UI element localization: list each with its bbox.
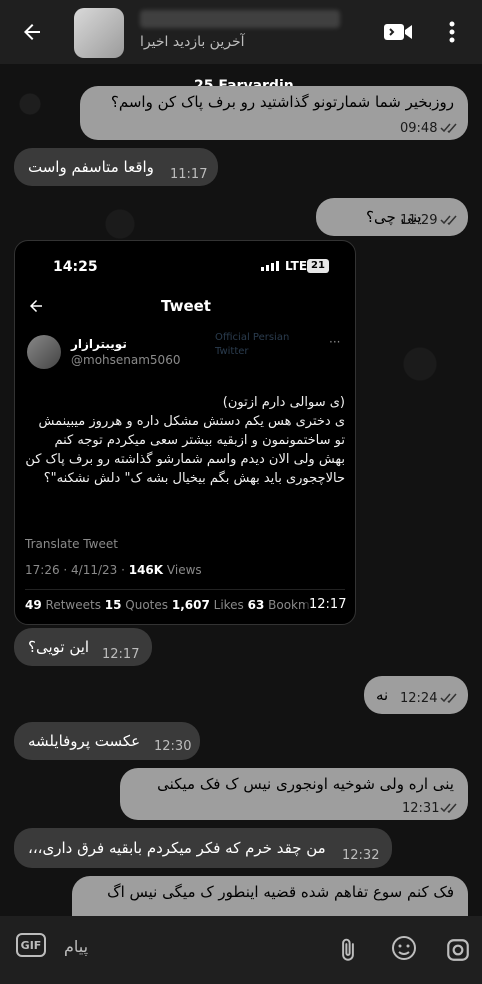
message-time: 12:30: [154, 739, 192, 754]
tweet-views-count: 146K: [128, 563, 164, 577]
tweet-author-avatar: [27, 335, 61, 369]
attach-button[interactable]: [328, 930, 368, 970]
retweets-label: Retweets: [41, 598, 105, 612]
read-checks-icon: [440, 215, 457, 226]
contact-name-blurred[interactable]: [140, 10, 340, 28]
tweet-body-line: (ی سوالی دارم ازتون): [222, 395, 345, 410]
translate-tweet-link: Translate Tweet: [25, 537, 118, 551]
tweet-views-label: Views: [163, 563, 202, 577]
likes-label: Likes: [209, 598, 248, 612]
arrow-left-icon: [24, 24, 40, 40]
bookmarks-count: 63: [247, 598, 265, 612]
tweet-author-handle: @mohsenam5060: [71, 353, 181, 367]
message-text: فک کنم سوع تفاهم شده قضیه اینطور ک میگی …: [107, 883, 454, 901]
message-time: 12:17: [102, 647, 140, 662]
divider: [25, 589, 345, 590]
message-text: این تویی؟: [28, 638, 90, 656]
tweet-stats: 49 Retweets 15 Quotes 1,607 Likes 63 Boo…: [25, 598, 310, 612]
tweet-body: (ی سوالی دارم ازتون) ی دختری هس یکم دستش…: [25, 393, 345, 488]
message-text: ینی اره ولی شوخیه اونجوری نیس ک فک میکنی: [157, 775, 454, 793]
paperclip-icon: [342, 938, 354, 961]
tweet-body-text: ی دختری هس یکم دستش مشکل داره و هرروز می…: [25, 414, 345, 486]
message-time: 11:29: [400, 213, 438, 228]
tweet-status-time: 14:25: [53, 259, 98, 275]
tweet-back-icon: [30, 300, 42, 312]
video-call-icon: [384, 24, 412, 40]
tweet-page-title: Tweet: [161, 297, 211, 315]
contact-avatar[interactable]: [74, 8, 124, 58]
message-time: 12:31: [402, 801, 440, 816]
last-seen-status: آخرین بازدید اخیرا: [140, 34, 245, 50]
tweet-meta: 17:26 · 4/11/23 · 146K Views: [25, 563, 202, 577]
message-text: من چقد خرم که فکر میکردم بابقیه فرق داری…: [28, 839, 326, 857]
more-options-button[interactable]: [432, 12, 472, 52]
message-bubble-in[interactable]: من چقد خرم که فکر میکردم بابقیه فرق داری…: [14, 828, 392, 868]
message-text: روزبخیر شما شمارتونو گذاشتید رو برف پاک …: [110, 93, 454, 111]
message-bubble-in[interactable]: عکست پروفایلشه 12:30: [14, 722, 200, 760]
message-time: 12:32: [342, 848, 380, 863]
tweet-datetime: 17:26 · 4/11/23 ·: [25, 563, 129, 577]
message-input[interactable]: [62, 930, 296, 962]
battery-indicator: 21: [307, 259, 329, 273]
message-text: نه: [376, 686, 389, 704]
likes-count: 1,607: [171, 598, 210, 612]
gif-button[interactable]: GIF: [16, 933, 46, 957]
read-checks-icon: [440, 123, 457, 134]
message-time: 12:24: [400, 691, 438, 706]
message-time: 09:48: [400, 121, 438, 136]
read-checks-icon: [440, 803, 457, 814]
message-bubble-out[interactable]: نه 12:24: [364, 676, 468, 714]
message-bubble-in[interactable]: این تویی؟ 12:17: [14, 628, 152, 666]
tweet-more-icon: ···: [329, 335, 341, 349]
read-checks-icon: [440, 693, 457, 704]
message-bubble-out[interactable]: روزبخیر شما شمارتونو گذاشتید رو برف پاک …: [80, 86, 468, 140]
tweet-screenshot-message[interactable]: 14:25 LTE 21 Tweet تویبترازار @mohsenam5…: [14, 240, 356, 625]
network-label: LTE: [285, 259, 308, 273]
signal-icon: [261, 261, 279, 271]
tweet-author-name: تویبترازار: [71, 337, 127, 351]
bookmarks-label: Bookm: [264, 598, 310, 612]
more-vertical-icon: [449, 21, 455, 43]
message-bubble-in[interactable]: واقعا متاسفم واست 11:17: [14, 148, 218, 186]
message-bubble-out[interactable]: ینی چی؟ 11:29: [316, 198, 468, 236]
message-time: 11:17: [170, 167, 208, 182]
message-time: 12:17: [305, 597, 351, 612]
chat-header: آخرین بازدید اخیرا: [0, 0, 482, 64]
back-button[interactable]: [12, 12, 52, 52]
voice-emoji-icon: [392, 936, 416, 960]
quotes-label: Quotes: [121, 598, 172, 612]
voice-effect-button[interactable]: [384, 928, 424, 968]
message-bubble-out[interactable]: ینی اره ولی شوخیه اونجوری نیس ک فک میکنی…: [120, 768, 468, 820]
quotes-count: 15: [104, 598, 122, 612]
watermark: Official Persian Twitter: [215, 332, 290, 357]
video-call-button[interactable]: [378, 12, 418, 52]
message-text: واقعا متاسفم واست: [28, 158, 154, 176]
retweets-count: 49: [25, 598, 42, 612]
camera-button[interactable]: [438, 930, 478, 970]
message-text: عکست پروفایلشه: [28, 732, 141, 750]
camera-icon: [447, 939, 469, 961]
